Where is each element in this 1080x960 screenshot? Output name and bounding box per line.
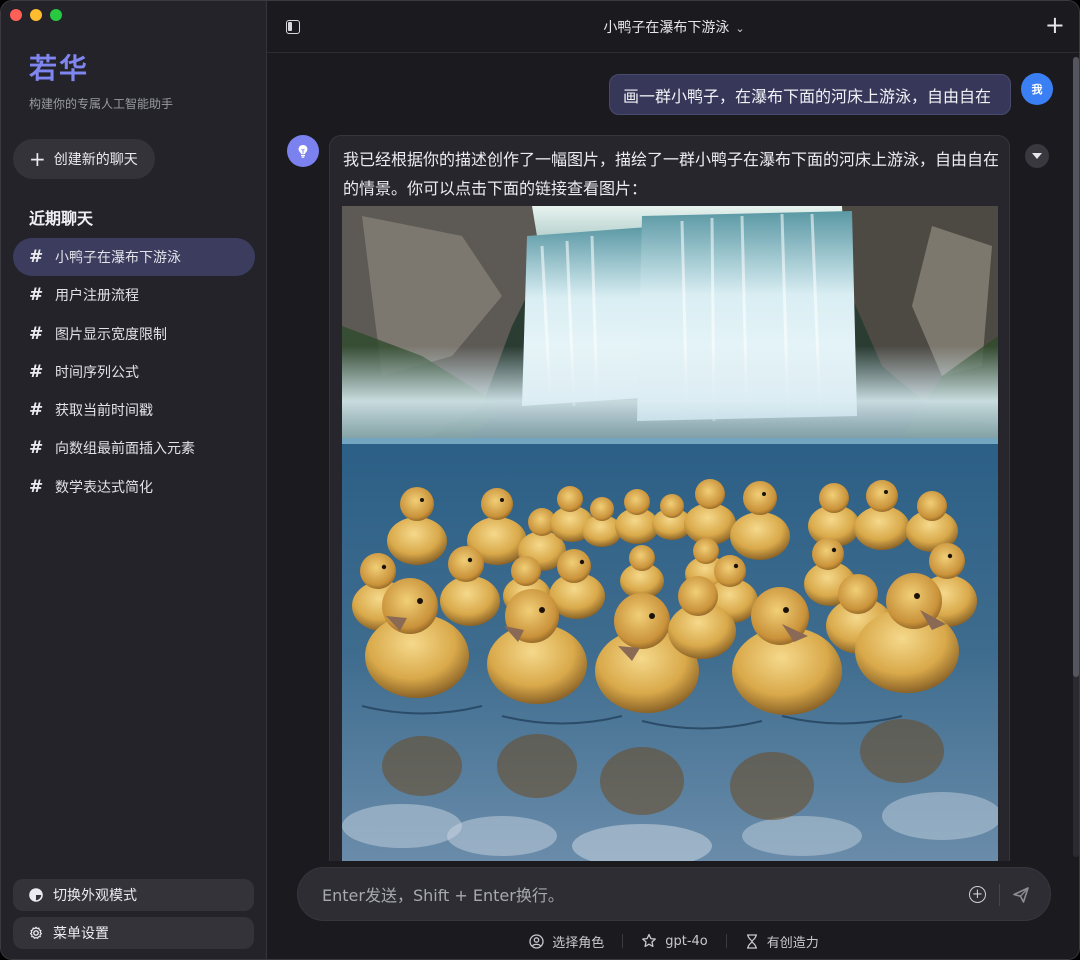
star-icon [642,933,657,948]
collapse-message-button[interactable] [1025,144,1049,168]
select-role-button[interactable]: 选择角色 [511,932,622,951]
message-input[interactable] [322,882,942,908]
model-select-button[interactable]: gpt-4o [623,933,726,949]
assistant-avatar [287,135,319,167]
window-controls [10,9,62,21]
new-chat-label: 创建新的聊天 [53,152,138,168]
hash-icon: # [29,400,44,421]
settings-label: 菜单设置 [53,926,109,942]
user-avatar: 我 [1021,73,1053,105]
app-window: 若华 构建你的专属人工智能助手 + 创建新的聊天 近期聊天 # 小鸭子在瀑布下游… [0,0,1080,960]
chat-item[interactable]: # 图片显示宽度限制 [13,315,255,353]
hourglass-icon [746,933,757,949]
conversation-title-text: 小鸭子在瀑布下游泳 [603,20,730,36]
footer-toolbar: 选择角色 gpt-4o 有创造力 [267,931,1079,951]
toggle-theme-label: 切换外观模式 [53,888,137,904]
toggle-theme-button[interactable]: 切换外观模式 [13,879,254,911]
chat-list: # 小鸭子在瀑布下游泳 # 用户注册流程 # 图片显示宽度限制 # 时间序列公式… [13,238,255,506]
user-message-text: 画一群小鸭子，在瀑布下面的河床上游泳，自由自在 [623,86,992,106]
minimize-window-button[interactable] [30,9,42,21]
user-message-bubble: 画一群小鸭子，在瀑布下面的河床上游泳，自由自在 [609,74,1011,115]
generated-image[interactable] [342,206,998,862]
chat-item-label: 小鸭子在瀑布下游泳 [55,250,181,266]
chat-item[interactable]: # 数学表达式简化 [13,468,255,506]
settings-button[interactable]: 菜单设置 [13,917,254,949]
chat-item-label: 用户注册流程 [55,288,139,305]
composer-divider [999,884,1000,906]
maximize-window-button[interactable] [50,9,62,21]
half-moon-icon [29,888,43,902]
hash-icon: # [29,438,44,459]
scrollbar-thumb[interactable] [1073,57,1079,677]
chat-item[interactable]: # 用户注册流程 [13,276,255,314]
new-conversation-plus-icon[interactable]: + [1045,13,1065,37]
app-subtitle: 构建你的专属人工智能助手 [29,97,174,111]
chat-item[interactable]: # 获取当前时间戳 [13,391,255,429]
attach-plus-icon[interactable]: + [969,886,986,903]
assistant-message-text: 我已经根据你的描述创作了一幅图片，描绘了一群小鸭子在瀑布下面的河床上游泳，自由自… [343,150,1000,198]
chat-item[interactable]: # 向数组最前面插入元素 [13,429,255,467]
new-chat-button[interactable]: + 创建新的聊天 [13,139,155,179]
sidebar: 若华 构建你的专属人工智能助手 + 创建新的聊天 近期聊天 # 小鸭子在瀑布下游… [1,1,267,959]
close-window-button[interactable] [10,9,22,21]
select-role-label: 选择角色 [552,935,605,951]
hash-icon: # [29,361,44,382]
chat-item-label: 向数组最前面插入元素 [55,441,195,458]
chat-item[interactable]: # 小鸭子在瀑布下游泳 [13,238,255,276]
top-bar: 小鸭子在瀑布下游泳 ⌄ + [267,1,1079,53]
plus-icon: + [29,147,46,171]
main-panel: 小鸭子在瀑布下游泳 ⌄ + 画一群小鸭子，在瀑布下面的河床上游泳，自由自在 我 我… [267,1,1079,959]
hash-icon: # [29,247,44,267]
send-icon[interactable] [1012,886,1030,904]
user-circle-icon [529,933,544,949]
hash-icon: # [29,323,44,344]
gear-icon [30,926,42,939]
chat-item-label: 数学表达式简化 [55,479,153,496]
chat-item-label: 时间序列公式 [55,364,139,381]
caret-down-icon [1032,153,1042,159]
chevron-down-icon: ⌄ [735,22,745,35]
creativity-button[interactable]: 有创造力 [727,932,837,951]
chat-item[interactable]: # 时间序列公式 [13,353,255,391]
conversation-title[interactable]: 小鸭子在瀑布下游泳 ⌄ [267,17,1079,37]
model-label: gpt-4o [665,933,708,949]
chat-item-label: 图片显示宽度限制 [55,326,167,343]
app-name: 若华 [29,52,90,85]
creativity-label: 有创造力 [766,935,819,951]
lightbulb-icon [298,145,308,158]
recent-chats-title: 近期聊天 [29,209,94,228]
message-composer: + [297,867,1051,921]
chat-item-label: 获取当前时间戳 [55,403,153,420]
hash-icon: # [29,285,44,306]
hash-icon: # [29,476,44,497]
